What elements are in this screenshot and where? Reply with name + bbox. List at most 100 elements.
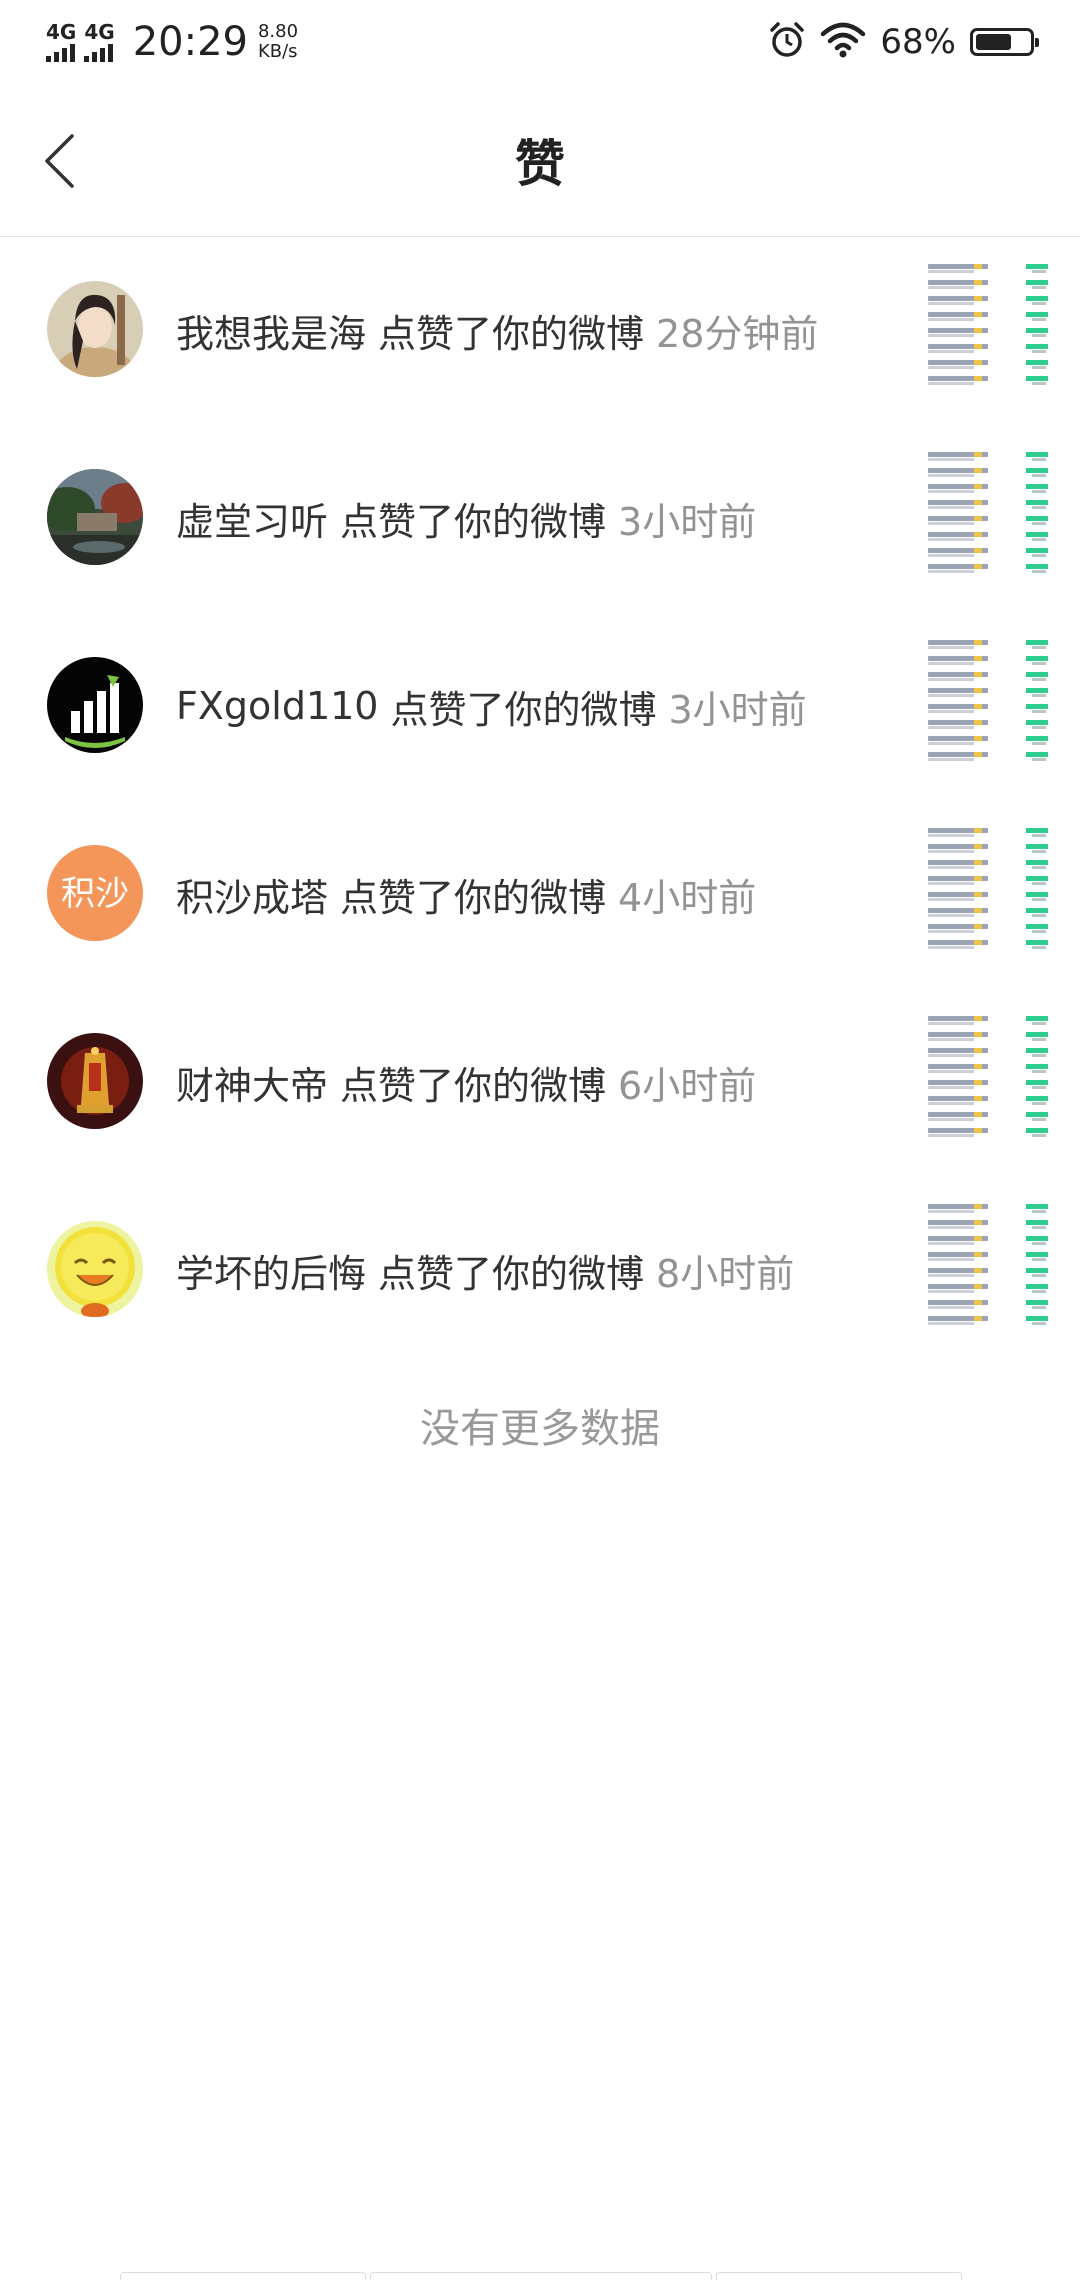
post-thumbnail[interactable] <box>924 822 1052 956</box>
list-item[interactable]: 虚堂习听 点赞了你的微博 3小时前 <box>0 424 1080 612</box>
network-label-2: 4G <box>84 20 115 44</box>
post-thumbnail[interactable] <box>924 634 1052 768</box>
username[interactable]: 我想我是海 <box>176 303 366 358</box>
thumb-mark <box>928 726 974 729</box>
thumb-mark <box>928 1118 974 1121</box>
thumb-mark <box>928 1306 974 1309</box>
thumb-mark <box>1026 376 1048 381</box>
thumb-mark <box>974 1284 982 1289</box>
timestamp: 8小时前 <box>656 1251 795 1296</box>
thumb-mark <box>928 350 974 353</box>
post-thumbnail[interactable] <box>924 1198 1052 1332</box>
thumb-mark <box>1026 908 1048 913</box>
avatar[interactable] <box>47 281 143 377</box>
list-item[interactable]: 学坏的后悔 点赞了你的微博 8小时前 <box>0 1176 1080 1364</box>
thumb-row <box>926 656 1050 666</box>
username[interactable]: 积沙成塔 <box>176 867 328 922</box>
thumb-mark <box>974 264 982 269</box>
username[interactable]: FXgold110 <box>176 684 378 728</box>
thumb-mark <box>974 376 982 381</box>
bottom-tab-edge <box>716 2272 962 2280</box>
list-item[interactable]: 财神大帝 点赞了你的微博 6小时前 <box>0 988 1080 1176</box>
post-thumbnail[interactable] <box>924 258 1052 392</box>
thumb-mark <box>1026 500 1048 505</box>
thumb-row <box>926 1220 1050 1230</box>
alarm-icon <box>768 21 806 63</box>
thumb-mark <box>1026 312 1048 317</box>
thumb-mark <box>928 1070 974 1073</box>
thumb-mark <box>1032 662 1046 665</box>
thumb-mark <box>928 1322 974 1325</box>
like-text: 我想我是海 点赞了你的微博 28分钟前 <box>176 236 818 424</box>
signal-icon <box>46 42 75 62</box>
avatar[interactable] <box>47 1033 143 1129</box>
thumb-mark <box>928 1290 974 1293</box>
thumb-row <box>926 892 1050 902</box>
thumb-mark <box>1032 710 1046 713</box>
like-text: FXgold110 点赞了你的微博 3小时前 <box>176 612 807 800</box>
thumb-mark <box>928 898 974 901</box>
signal-1: 4G <box>46 22 76 62</box>
thumb-mark <box>974 1112 982 1117</box>
thumb-mark <box>974 500 982 505</box>
thumb-mark <box>928 506 974 509</box>
like-text: 积沙成塔 点赞了你的微博 4小时前 <box>176 800 756 988</box>
thumb-row <box>926 376 1050 386</box>
post-thumbnail[interactable] <box>924 1010 1052 1144</box>
thumb-mark <box>928 1226 974 1229</box>
thumb-mark <box>1026 688 1048 693</box>
thumb-mark <box>928 522 974 525</box>
thumb-row <box>926 844 1050 854</box>
list-item[interactable]: 积沙 积沙成塔 点赞了你的微博 4小时前 <box>0 800 1080 988</box>
action-text: 点赞了你的微博 <box>378 311 645 356</box>
thumb-mark <box>928 382 974 385</box>
thumb-row <box>926 752 1050 762</box>
thumb-mark <box>1026 328 1048 333</box>
thumb-mark <box>974 468 982 473</box>
list-item[interactable]: FXgold110 点赞了你的微博 3小时前 <box>0 612 1080 800</box>
thumb-mark <box>928 1242 974 1245</box>
thumb-mark <box>974 1128 982 1133</box>
thumb-mark <box>1026 656 1048 661</box>
thumb-row <box>926 328 1050 338</box>
thumb-row <box>926 548 1050 558</box>
thumb-mark <box>1026 672 1048 677</box>
list-item[interactable]: 我想我是海 点赞了你的微博 28分钟前 <box>0 236 1080 424</box>
thumb-mark <box>1026 1236 1048 1241</box>
thumb-mark <box>1032 458 1046 461</box>
thumb-mark <box>1032 1134 1046 1137</box>
action-text: 点赞了你的微博 <box>378 1251 645 1296</box>
thumb-row <box>926 468 1050 478</box>
thumb-mark <box>1026 468 1048 473</box>
thumb-mark <box>974 548 982 553</box>
thumb-mark <box>974 720 982 725</box>
username[interactable]: 学坏的后悔 <box>176 1243 366 1298</box>
thumb-mark <box>928 914 974 917</box>
thumb-row <box>926 688 1050 698</box>
thumb-mark <box>928 334 974 337</box>
avatar[interactable] <box>47 1221 143 1317</box>
thumb-mark <box>928 662 974 665</box>
thumb-mark <box>928 318 974 321</box>
thumb-mark <box>928 1274 974 1277</box>
thumb-row <box>926 720 1050 730</box>
speed-value: 8.80 <box>257 21 299 42</box>
timestamp: 3小时前 <box>618 499 757 544</box>
thumb-mark <box>974 640 982 645</box>
action-text: 点赞了你的微博 <box>340 875 607 920</box>
avatar[interactable] <box>47 469 143 565</box>
thumb-mark <box>974 1080 982 1085</box>
username[interactable]: 虚堂习听 <box>176 491 328 546</box>
username[interactable]: 财神大帝 <box>176 1055 328 1110</box>
thumb-mark <box>1026 532 1048 537</box>
thumb-mark <box>974 452 982 457</box>
thumb-mark <box>1026 360 1048 365</box>
thumb-mark <box>1032 1290 1046 1293</box>
avatar-text: 积沙 <box>61 874 129 914</box>
like-text: 财神大帝 点赞了你的微博 6小时前 <box>176 988 756 1176</box>
avatar[interactable]: 积沙 <box>47 845 143 941</box>
thumb-mark <box>1032 538 1046 541</box>
post-thumbnail[interactable] <box>924 446 1052 580</box>
avatar[interactable] <box>47 657 143 753</box>
thumb-mark <box>1026 344 1048 349</box>
